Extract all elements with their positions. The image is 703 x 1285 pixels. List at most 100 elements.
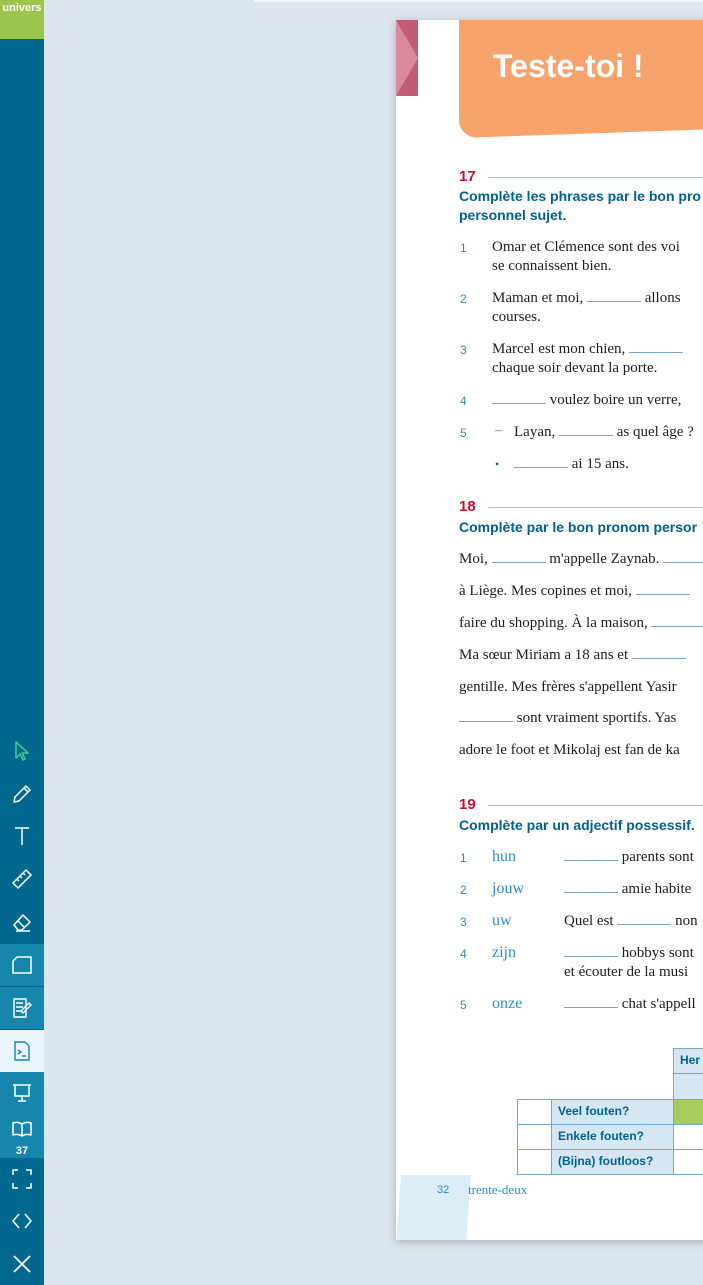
sentence: se connaissent bien. [492, 258, 612, 274]
answer-blank[interactable] [558, 423, 613, 436]
sentence: Omar et Clémence sont des voi [492, 239, 680, 255]
checkbox-cell[interactable] [517, 1149, 552, 1175]
dutch-hint: jouw [492, 880, 524, 897]
exercise-heading: personnel sujet. [459, 207, 567, 223]
sentence-part: Quel est [564, 913, 614, 929]
answer-blank[interactable] [631, 646, 686, 659]
page-title: Teste-toi ! [493, 48, 644, 84]
sentence: courses. [492, 309, 541, 325]
sentence-part: parents sont [621, 849, 694, 865]
page-badge: 37 [15, 1145, 29, 1157]
dutch-hint: hun [492, 848, 516, 865]
answer-blank[interactable] [564, 848, 618, 861]
sentence: chat s'appell [564, 995, 696, 1014]
item-number: 5 [460, 426, 467, 440]
text-tool[interactable] [0, 815, 44, 857]
answer-blank[interactable] [629, 340, 684, 353]
answer-blank[interactable] [492, 391, 546, 404]
item-number: 3 [460, 343, 467, 357]
sentence: amie habite [564, 880, 691, 899]
exercise-divider [488, 507, 703, 508]
answer-blank[interactable] [564, 995, 618, 1008]
answer-blank[interactable] [459, 709, 513, 722]
sentence: parents sont [564, 848, 694, 867]
item-number: 2 [460, 292, 467, 306]
table-header: Her [673, 1048, 703, 1074]
worksheet-icon [14, 1041, 30, 1061]
answer-blank[interactable] [491, 550, 546, 563]
pointer-tool[interactable] [0, 730, 44, 772]
answer-blank[interactable] [617, 912, 672, 925]
paragraph-line: gentille. Mes frères s'appellent Yasir [459, 679, 677, 695]
text-icon [15, 827, 29, 845]
dutch-hint: uw [492, 912, 512, 929]
sentence: chaque soir devant la porte. [492, 360, 658, 376]
presentation-tool[interactable] [0, 1072, 44, 1114]
paragraph-line: Moi, m'appelle Zaynab. [459, 550, 703, 569]
paragraph-line: faire du shopping. À la maison, [459, 614, 703, 633]
book-page: Teste-toi ! 17 Complète les phrases par … [396, 20, 703, 1240]
navigate-icon [12, 1213, 32, 1229]
sentence-part: chat s'appell [621, 996, 696, 1012]
dialogue-bullet: • [495, 457, 500, 471]
sentence-part: Marcel est mon chien, [492, 341, 626, 357]
sentence-part: amie habite [621, 881, 692, 897]
sentence-part: faire du shopping. À la maison, [459, 615, 648, 631]
paragraph-line: sont vraiment sportifs. Yas [459, 709, 676, 728]
table-row-label: Veel fouten? [551, 1099, 674, 1125]
pencil-icon [13, 785, 31, 803]
answer-blank[interactable] [514, 455, 568, 468]
answer-blank[interactable] [564, 880, 618, 893]
table-row-label: (Bijna) foutloos? [551, 1149, 674, 1175]
sentence-part: hobbys sont [621, 945, 694, 961]
navigate-button[interactable] [0, 1200, 44, 1242]
sentence: hobbys sont [564, 944, 694, 963]
item-number: 5 [460, 998, 467, 1012]
page-corner-tab [396, 20, 418, 96]
exercise-number: 18 [459, 498, 476, 515]
exercise-heading: Complète les phrases par le bon pro [459, 188, 701, 204]
sentence-part: allons [644, 290, 681, 306]
eraser-icon [13, 914, 31, 932]
exercise-heading: Complète par le bon pronom persor [459, 519, 698, 535]
page-number-word: trente-deux [468, 1182, 528, 1197]
publisher-logo: univers [0, 0, 44, 39]
answer-blank[interactable] [586, 289, 641, 302]
pencil-tool[interactable] [0, 773, 44, 815]
fullscreen-button[interactable] [0, 1158, 44, 1200]
close-button[interactable] [0, 1243, 44, 1285]
book-page-button[interactable]: 37 [0, 1114, 44, 1158]
sentence-part: non [675, 913, 698, 929]
sentence-part: ai 15 ans. [571, 456, 629, 472]
exercise-number: 19 [459, 796, 476, 813]
sentence: et écouter de la musi [564, 964, 689, 980]
paragraph-line: Ma sœur Miriam a 18 ans et [459, 646, 686, 665]
sentence: ai 15 ans. [514, 455, 629, 474]
sentence: Quel est non [564, 912, 698, 931]
checkbox-cell[interactable] [517, 1099, 552, 1125]
table-cell [673, 1099, 703, 1125]
item-number: 2 [460, 883, 467, 897]
answer-blank[interactable] [651, 614, 703, 627]
sentence-part: Ma sœur Miriam a 18 ans et [459, 647, 629, 663]
exercise-divider [488, 805, 703, 806]
page-number: 32 [437, 1184, 450, 1196]
frame-tool[interactable] [0, 944, 44, 986]
sentence: Layan, as quel âge ? [514, 423, 694, 442]
ruler-icon [12, 869, 32, 889]
exercise-number: 17 [459, 168, 476, 185]
ruler-tool[interactable] [0, 858, 44, 900]
notes-tool[interactable] [0, 987, 44, 1029]
exercise-divider [488, 177, 703, 178]
sentence-part: Moi, [459, 551, 488, 567]
worksheet-tool[interactable] [0, 1030, 44, 1072]
item-number: 4 [460, 394, 467, 408]
checkbox-cell[interactable] [517, 1124, 552, 1150]
item-number: 1 [460, 851, 467, 865]
dialogue-dash: – [495, 423, 502, 438]
table-cell [673, 1124, 703, 1150]
answer-blank[interactable] [635, 582, 690, 595]
answer-blank[interactable] [663, 550, 703, 563]
answer-blank[interactable] [564, 944, 618, 957]
eraser-tool[interactable] [0, 901, 44, 943]
